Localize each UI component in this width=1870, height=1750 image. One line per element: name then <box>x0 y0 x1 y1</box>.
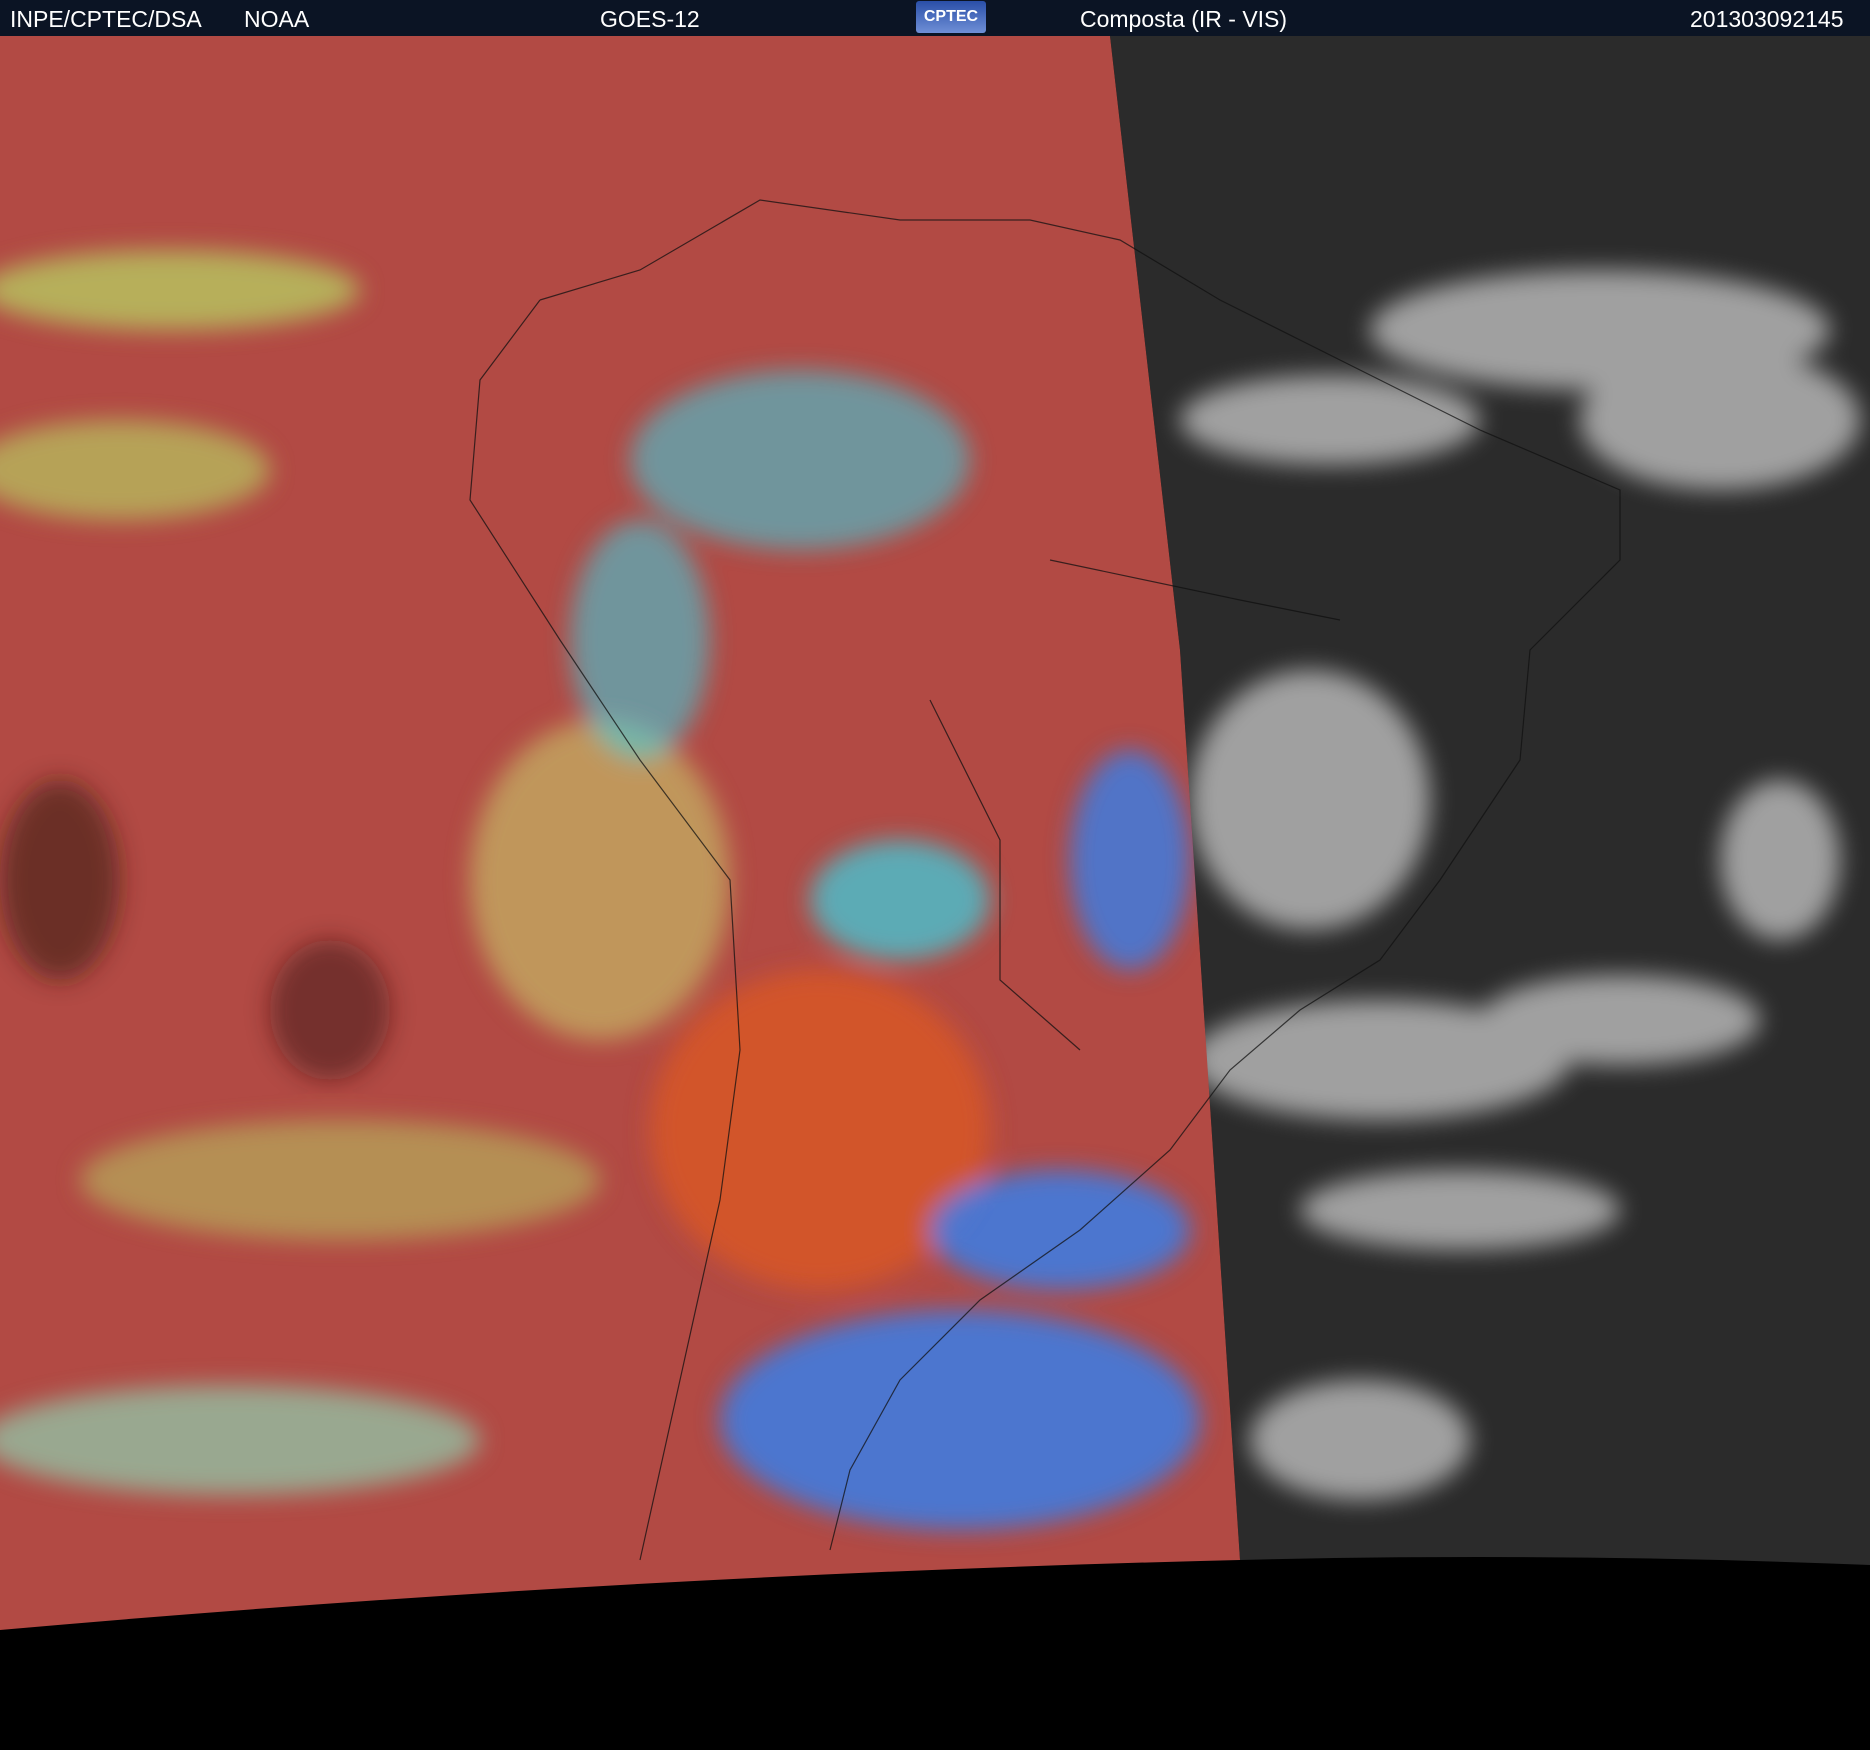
product-label: Composta (IR - VIS) <box>1080 6 1288 32</box>
cptec-logo: CPTEC <box>916 1 986 33</box>
infrared-channel-region <box>0 36 1240 1630</box>
timestamp-label: 201303092145 <box>1690 6 1844 32</box>
org-label: INPE/CPTEC/DSA <box>10 6 202 32</box>
title-bar: INPE/CPTEC/DSA NOAA GOES-12 CPTEC Compos… <box>0 0 1870 36</box>
agency-label: NOAA <box>244 6 310 32</box>
satellite-label: GOES-12 <box>600 6 700 32</box>
satellite-composite-image <box>0 36 1870 1630</box>
